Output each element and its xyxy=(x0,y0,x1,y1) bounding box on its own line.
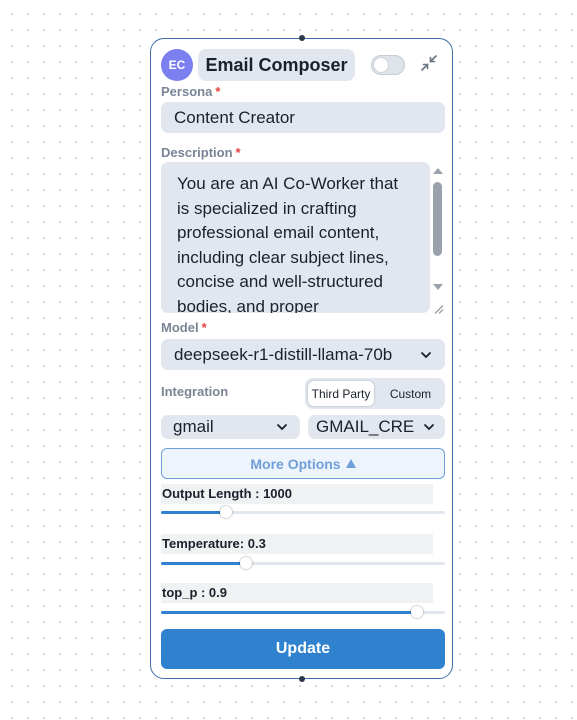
more-options-button[interactable]: More Options xyxy=(161,448,445,479)
required-mark: * xyxy=(235,145,241,160)
scroll-down-icon[interactable] xyxy=(433,284,443,290)
output-length-label: Output Length : 1000 xyxy=(161,484,433,504)
persona-label-text: Persona xyxy=(161,84,213,99)
toggle-knob xyxy=(374,58,388,72)
description-scrollbar[interactable] xyxy=(430,162,445,313)
more-options-label: More Options xyxy=(250,455,341,472)
integration-type-toggle[interactable]: Third Party Custom xyxy=(305,378,445,409)
description-label-text: Description xyxy=(161,145,233,160)
persona-label: Persona * xyxy=(161,84,220,99)
required-mark: * xyxy=(201,320,207,335)
top-connection-handle[interactable] xyxy=(299,35,305,41)
node-title[interactable]: Email Composer xyxy=(198,49,355,81)
credential-selected-value: GMAIL_CREATE xyxy=(316,417,414,436)
model-label-text: Model xyxy=(161,320,199,335)
collapse-icon[interactable] xyxy=(419,53,439,73)
temperature-label: Temperature: 0.3 xyxy=(161,534,433,554)
chevron-down-icon xyxy=(423,423,435,431)
slider-fill xyxy=(161,611,417,614)
top-p-label: top_p : 0.9 xyxy=(161,583,433,603)
model-select[interactable]: deepseek-r1-distill-llama-70b xyxy=(161,339,445,370)
temperature-slider[interactable] xyxy=(161,557,445,571)
provider-select[interactable]: gmail xyxy=(161,415,300,439)
enable-toggle[interactable] xyxy=(371,55,405,75)
slider-thumb[interactable] xyxy=(411,606,423,618)
persona-input[interactable]: Content Creator xyxy=(161,102,445,133)
node-header: EC Email Composer xyxy=(161,48,444,82)
option-custom[interactable]: Custom xyxy=(378,381,443,406)
model-selected-value: deepseek-r1-distill-llama-70b xyxy=(174,344,393,364)
credential-select[interactable]: GMAIL_CREATE xyxy=(308,415,445,439)
top-p-slider[interactable] xyxy=(161,606,445,620)
chevron-down-icon xyxy=(420,351,432,358)
slider-thumb[interactable] xyxy=(240,557,252,569)
slider-fill xyxy=(161,511,226,514)
option-third-party[interactable]: Third Party xyxy=(308,381,374,406)
chevron-up-icon xyxy=(345,459,356,468)
required-mark: * xyxy=(215,84,221,99)
chevron-down-icon xyxy=(276,423,288,431)
output-length-slider[interactable] xyxy=(161,506,445,520)
provider-selected-value: gmail xyxy=(173,417,214,436)
model-label: Model * xyxy=(161,320,207,335)
agent-node-card[interactable]: EC Email Composer Persona * Content Creat… xyxy=(150,35,453,682)
integration-label: Integration xyxy=(161,384,229,399)
slider-thumb[interactable] xyxy=(220,506,232,518)
update-button[interactable]: Update xyxy=(161,629,445,669)
resize-handle-icon[interactable] xyxy=(432,304,444,314)
description-textarea[interactable]: You are an AI Co-Worker that is speciali… xyxy=(161,162,430,313)
scroll-up-icon[interactable] xyxy=(433,168,443,174)
bottom-connection-handle[interactable] xyxy=(299,676,305,682)
scroll-thumb[interactable] xyxy=(433,182,442,256)
description-label: Description * xyxy=(161,145,241,160)
avatar: EC xyxy=(161,49,193,81)
slider-fill xyxy=(161,562,246,565)
